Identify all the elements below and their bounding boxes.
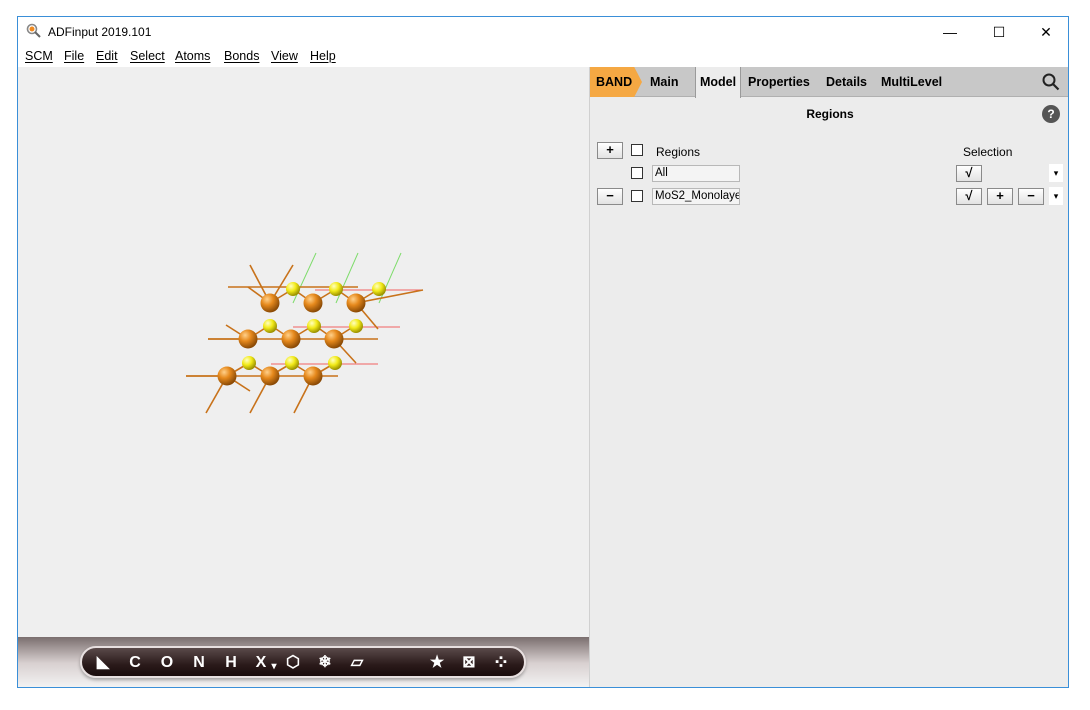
search-icon[interactable] (1042, 73, 1060, 91)
atom-toolbar: ◣ C O N H X ▾ ⬡ ❄ ▱ ★ ⊠ ⁘ (80, 646, 526, 678)
star-icon[interactable]: ★ (428, 652, 446, 674)
region-mos2-name-field[interactable]: MoS2_Monolayer (652, 188, 740, 205)
mos2-molecule-view[interactable] (18, 67, 589, 637)
selection-column-header: Selection (963, 145, 1013, 159)
close-button[interactable]: ✕ (1023, 17, 1068, 47)
region-mos2-checkbox[interactable] (631, 190, 643, 202)
app-window: ADFinput 2019.101 — ☐ ✕ SCM File Edit Se… (17, 16, 1069, 688)
region-all-dropdown-icon[interactable]: ▾ (1049, 164, 1063, 182)
region-mos2-remove-atoms-button[interactable]: − (1018, 188, 1044, 205)
menu-file[interactable]: File (64, 49, 84, 63)
menu-bar: SCM File Edit Select Atoms Bonds View He… (18, 47, 1068, 67)
menu-select[interactable]: Select (130, 49, 165, 63)
menu-help[interactable]: Help (310, 49, 336, 63)
region-all-checkbox[interactable] (631, 167, 643, 179)
maximize-button[interactable]: ☐ (976, 17, 1022, 47)
regions-title: Regions (806, 107, 854, 121)
add-region-button[interactable]: + (597, 142, 623, 159)
help-icon[interactable]: ? (1042, 105, 1060, 123)
tab-details[interactable]: Details (826, 67, 867, 97)
adf-app-icon (26, 23, 41, 38)
remove-region-button[interactable]: − (597, 188, 623, 205)
region-all-name-field[interactable]: All (652, 165, 740, 182)
menu-view[interactable]: View (271, 49, 298, 63)
tab-properties[interactable]: Properties (748, 67, 810, 97)
menu-atoms[interactable]: Atoms (175, 49, 210, 63)
plane-icon[interactable]: ▱ (348, 652, 366, 674)
tab-multilevel[interactable]: MultiLevel (881, 67, 942, 97)
cell-box-icon[interactable]: ⊠ (460, 652, 478, 674)
input-panel: BAND Main Model Properties Details Multi… (589, 67, 1068, 687)
menu-bonds[interactable]: Bonds (224, 49, 259, 63)
molybdenum-atoms (217, 293, 366, 386)
bottom-toolbar-area: ◣ C O N H X ▾ ⬡ ❄ ▱ ★ ⊠ ⁘ (18, 637, 589, 687)
title-bar: ADFinput 2019.101 — ☐ ✕ (18, 17, 1068, 47)
window-title: ADFinput 2019.101 (48, 25, 152, 39)
nitrogen-atom-tool[interactable]: N (190, 652, 208, 674)
tab-bar: BAND Main Model Properties Details Multi… (590, 67, 1068, 98)
region-all-select-button[interactable]: √ (956, 165, 982, 182)
minimize-button[interactable]: — (927, 17, 973, 47)
select-all-checkbox[interactable] (631, 144, 643, 156)
tab-main[interactable]: Main (650, 67, 678, 97)
tab-model[interactable]: Model (695, 67, 742, 98)
snowflake-icon[interactable]: ❄ (316, 652, 334, 674)
menu-edit[interactable]: Edit (96, 49, 118, 63)
hydrogen-atom-tool[interactable]: H (222, 652, 240, 674)
dots-icon[interactable]: ⁘ (492, 652, 510, 674)
mo-s-bonds (186, 264, 424, 414)
region-mos2-add-atoms-button[interactable]: + (987, 188, 1013, 205)
select-arrow-icon[interactable]: ◣ (94, 652, 112, 674)
oxygen-atom-tool[interactable]: O (158, 652, 176, 674)
region-mos2-select-button[interactable]: √ (956, 188, 982, 205)
ring-icon[interactable]: ⬡ (284, 652, 302, 674)
molecule-viewport[interactable]: ◣ C O N H X ▾ ⬡ ❄ ▱ ★ ⊠ ⁘ (18, 67, 589, 687)
tab-engine-band[interactable]: BAND (590, 67, 642, 97)
region-mos2-dropdown-icon[interactable]: ▾ (1049, 187, 1063, 205)
carbon-atom-tool[interactable]: C (126, 652, 144, 674)
menu-scm[interactable]: SCM (25, 49, 53, 63)
regions-column-header: Regions (656, 145, 701, 159)
element-dropdown-icon[interactable]: ▾ (265, 656, 283, 678)
